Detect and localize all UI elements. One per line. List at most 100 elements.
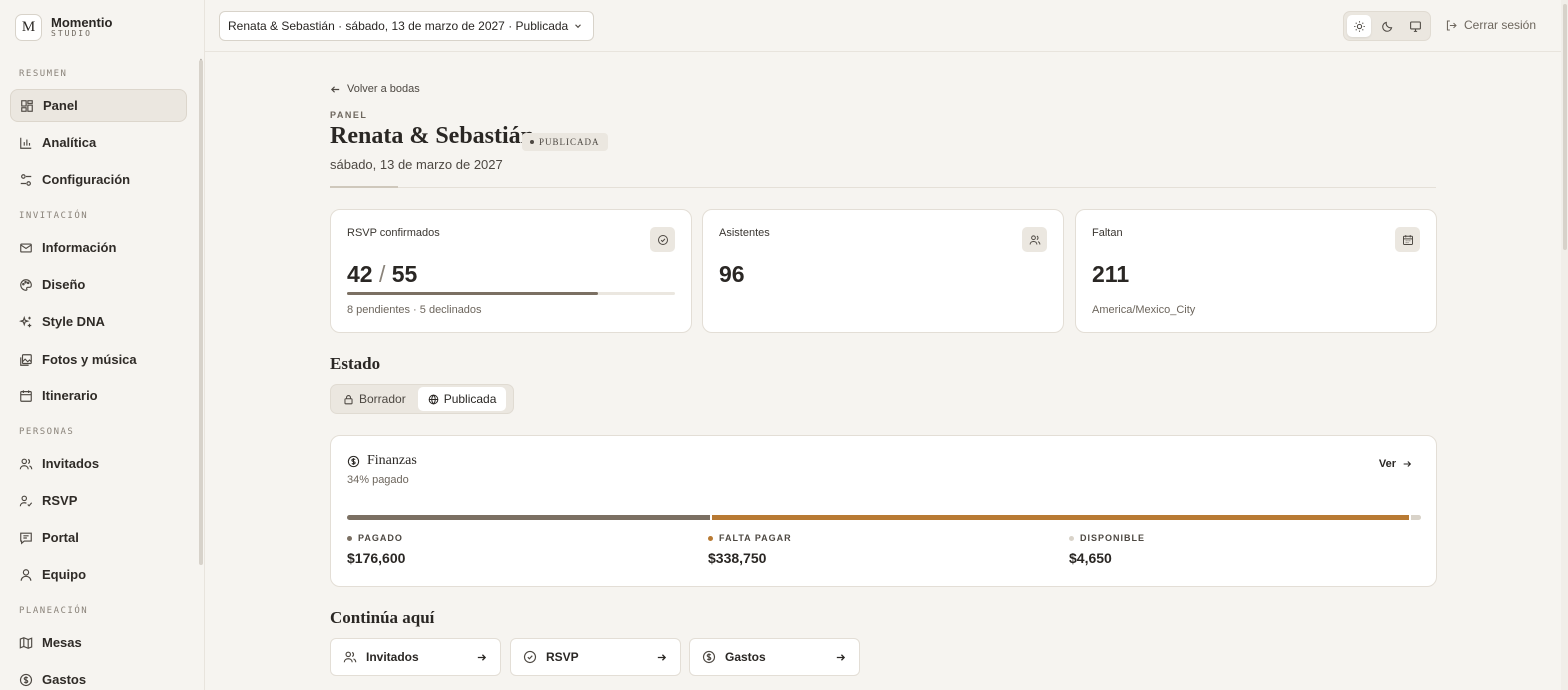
arrow-right-icon [1403, 461, 1412, 467]
user-check-icon [19, 495, 33, 507]
sidebar-item-rsvp[interactable]: RSVP [10, 484, 187, 517]
back-label: Volver a bodas [347, 83, 420, 95]
sidebar-item-label: Configuración [42, 172, 131, 187]
finance-available: DISPONIBLE $4,650 [1069, 533, 1145, 566]
sidebar-item-label: Diseño [42, 277, 86, 292]
rsvp-separator: / [378, 261, 386, 287]
layout-dashboard-icon [21, 99, 33, 112]
finance-due-label-text: FALTA PAGAR [719, 533, 792, 543]
rsvp-confirmed-count: 42 [347, 261, 373, 287]
calendar-icon [1402, 234, 1413, 245]
quick-action-rsvp[interactable]: RSVP [510, 638, 681, 676]
nav-section-planeacion: PLANEACIÓN [19, 606, 89, 616]
sidebar-scrollbar[interactable] [199, 60, 203, 565]
brand-logo: M [15, 14, 42, 41]
rsvp-progress-bar [347, 292, 675, 295]
header-divider-accent [330, 186, 398, 188]
finance-available-label: DISPONIBLE [1069, 533, 1145, 543]
sidebar-item-label: Portal [42, 530, 79, 545]
finance-subtitle: 34% pagado [347, 474, 409, 486]
rsvp-progress-fill [347, 292, 598, 295]
finance-stacked-bar [347, 515, 1421, 520]
sidebar-item-label: Mesas [42, 635, 82, 650]
sidebar-item-gastos[interactable]: Gastos [10, 663, 187, 690]
finance-due-value: $338,750 [708, 550, 767, 566]
quick-action-gastos[interactable]: Gastos [689, 638, 860, 676]
finance-title: Finanzas [367, 453, 417, 468]
finance-bar-segment-due [711, 515, 1412, 520]
stat-value: 42 / 55 [347, 261, 417, 288]
sparkles-icon [19, 315, 32, 327]
quick-action-label: RSVP [546, 650, 579, 664]
sidebar-item-itinerario[interactable]: Itinerario [10, 379, 187, 412]
monitor-icon [1409, 21, 1421, 32]
stat-label: Asistentes [719, 227, 770, 239]
sidebar-item-style-dna[interactable]: Style DNA [10, 305, 187, 338]
stat-value: 96 [719, 261, 745, 287]
theme-toggle [1343, 11, 1431, 41]
rsvp-stat-card: RSVP confirmados 42 / 55 8 pendientes · … [330, 209, 692, 333]
topbar: Renata & Sebastián · sábado, 13 de marzo… [205, 0, 1562, 52]
main-scrollbar-thumb[interactable] [1563, 4, 1567, 250]
sidebar-item-panel[interactable]: Panel [10, 89, 187, 122]
moon-icon [1381, 21, 1392, 32]
finance-paid: PAGADO $176,600 [347, 533, 405, 566]
sidebar-item-label: Analítica [42, 135, 97, 150]
rsvp-total-count: 55 [391, 261, 418, 287]
sidebar-item-analitica[interactable]: Analítica [10, 126, 187, 159]
sidebar-item-portal[interactable]: Portal [10, 521, 187, 554]
sidebar-item-label: Itinerario [42, 388, 98, 403]
sidebar-item-label: Invitados [42, 456, 100, 471]
status-published-button[interactable]: Publicada [417, 387, 507, 411]
sidebar-item-label: RSVP [42, 493, 78, 508]
calendar-icon [20, 389, 32, 402]
quick-action-invitados[interactable]: Invitados [330, 638, 501, 676]
sidebar-item-label: Información [42, 240, 117, 255]
finance-paid-label-text: PAGADO [358, 533, 403, 543]
back-to-weddings-link[interactable]: Volver a bodas [330, 83, 420, 95]
sidebar-item-diseno[interactable]: Diseño [10, 268, 187, 301]
status-badge: PUBLICADA [522, 133, 608, 151]
status-draft-button[interactable]: Borrador [333, 387, 416, 411]
check-circle-icon [523, 650, 537, 664]
sidebar-item-configuracion[interactable]: Configuración [10, 163, 187, 196]
brand[interactable]: M Momentio STUDIO [15, 14, 112, 41]
globe-icon [428, 393, 439, 405]
sidebar: M Momentio STUDIO RESUMEN Panel Analític… [0, 0, 205, 690]
sidebar-item-label: Equipo [42, 567, 87, 582]
nav-section-personas: PERSONAS [19, 427, 75, 437]
stat-subtext: America/Mexico_City [1092, 304, 1196, 316]
finance-view-label: Ver [1378, 458, 1396, 470]
chevron-down-icon [575, 24, 581, 29]
continue-section-title: Continúa aquí [330, 608, 435, 627]
logout-button[interactable]: Cerrar sesión [1445, 18, 1536, 32]
estado-section-title: Estado [330, 354, 381, 373]
wedding-select[interactable]: Renata & Sebastián · sábado, 13 de marzo… [219, 11, 594, 41]
quick-action-label: Gastos [725, 650, 766, 664]
message-square-icon [20, 532, 32, 544]
header-divider [330, 187, 1436, 188]
brand-name: Momentio [51, 14, 113, 30]
sidebar-item-informacion[interactable]: Información [10, 231, 187, 264]
status-badge-label: PUBLICADA [539, 137, 600, 147]
sidebar-item-equipo[interactable]: Equipo [10, 558, 187, 591]
page-eyebrow: PANEL [330, 110, 368, 120]
theme-dark-button[interactable] [1375, 15, 1399, 37]
stat-icon-badge [650, 227, 675, 252]
sidebar-item-fotos-musica[interactable]: Fotos y música [10, 343, 187, 376]
status-published-label: Publicada [443, 392, 497, 406]
theme-light-button[interactable] [1347, 15, 1371, 37]
finance-view-link[interactable]: Ver [1379, 458, 1412, 470]
theme-system-button[interactable] [1403, 15, 1427, 37]
sidebar-item-invitados[interactable]: Invitados [10, 447, 187, 480]
log-out-icon [1446, 20, 1457, 30]
mail-icon [20, 242, 32, 253]
finance-available-label-text: DISPONIBLE [1080, 533, 1146, 543]
arrow-right-icon [477, 654, 487, 661]
images-icon [20, 353, 32, 366]
status-dot [530, 140, 534, 144]
bar-chart-icon [20, 137, 32, 149]
sidebar-item-mesas[interactable]: Mesas [10, 626, 187, 659]
users-icon [343, 651, 357, 663]
sidebar-item-label: Fotos y música [42, 352, 137, 367]
